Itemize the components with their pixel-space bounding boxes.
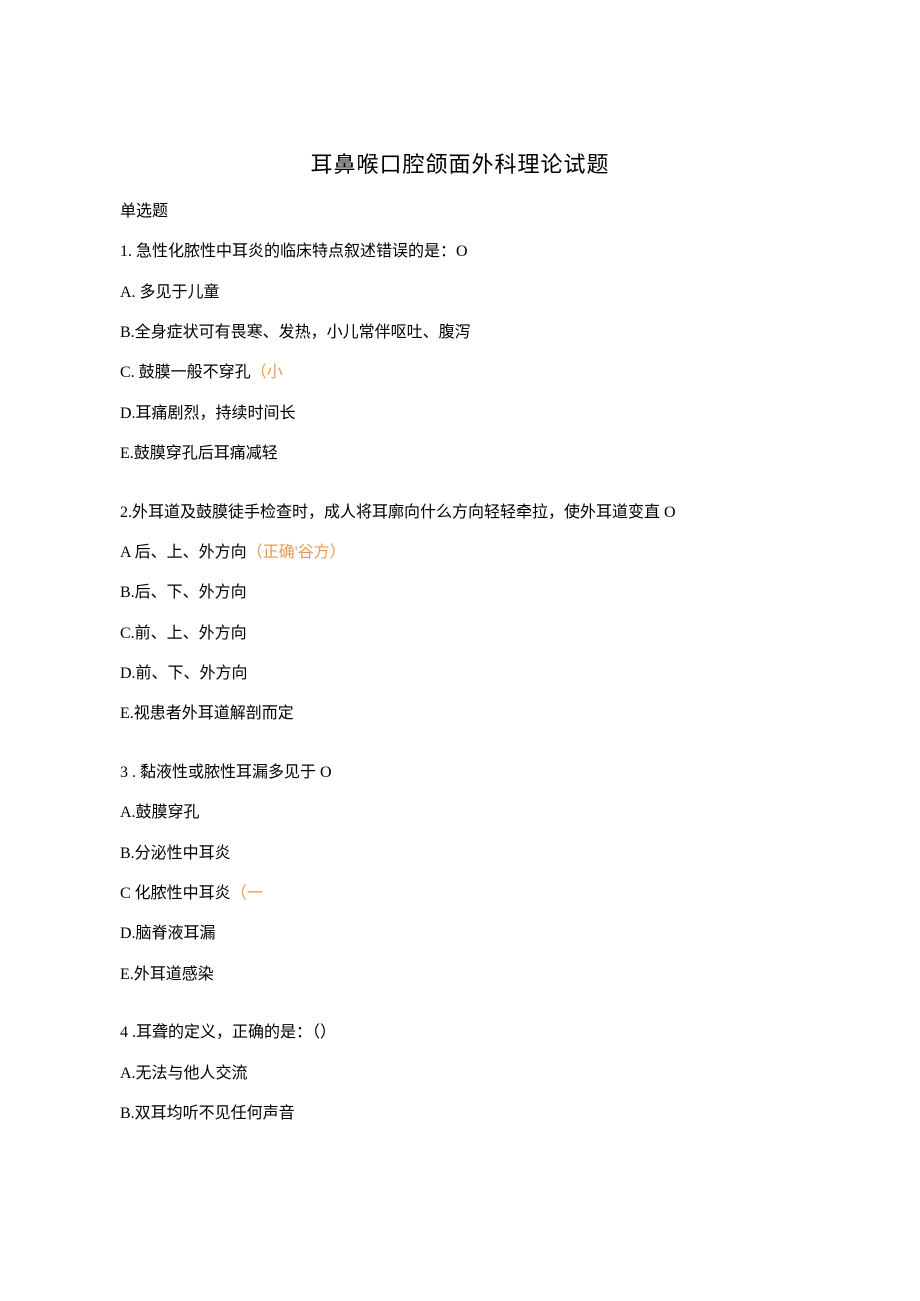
q3-option-d: D.脑脊液耳漏 [120, 923, 800, 945]
page-title: 耳鼻喉口腔颌面外科理论试题 [120, 150, 800, 181]
q2-stem: 2.外耳道及鼓膜徒手检查时，成人将耳廓向什么方向轻轻牵拉，使外耳道变直 O [120, 502, 800, 524]
section-label: 单选题 [120, 201, 800, 223]
q3-option-e: E.外耳道感染 [120, 964, 800, 986]
q2-option-a-answer: （正确'谷方） [247, 544, 346, 561]
q1-option-c-text: C. 鼓膜一般不穿孔 [120, 364, 251, 381]
q3-stem: 3 . 黏液性或脓性耳漏多见于 O [120, 762, 800, 784]
q2-option-c: C.前、上、外方向 [120, 623, 800, 645]
q3-option-c-answer: （一 [231, 885, 263, 902]
q4-stem: 4 .耳聋的定义，正确的是：（） [120, 1022, 800, 1044]
q2-option-b: B.后、下、外方向 [120, 582, 800, 604]
q1-option-c-answer: （小 [251, 364, 283, 381]
q1-option-e: E.鼓膜穿孔后耳痛减轻 [120, 443, 800, 465]
document-page: 耳鼻喉口腔颌面外科理论试题 单选题 1. 急性化脓性中耳炎的临床特点叙述错误的是… [0, 0, 920, 1223]
q3-option-c: C 化脓性中耳炎（一 [120, 883, 800, 905]
q2-option-d: D.前、下、外方向 [120, 663, 800, 685]
q4-option-b: B.双耳均听不见任何声音 [120, 1103, 800, 1125]
q1-option-c: C. 鼓膜一般不穿孔（小 [120, 362, 800, 384]
q1-option-d: D.耳痛剧烈，持续时间长 [120, 403, 800, 425]
q1-option-a: A. 多见于儿童 [120, 282, 800, 304]
q1-option-b: B.全身症状可有畏寒、发热，小儿常伴呕吐、腹泻 [120, 322, 800, 344]
q3-option-c-text: C 化脓性中耳炎 [120, 885, 231, 902]
q2-option-a-text: A 后、上、外方向 [120, 544, 247, 561]
q2-option-e: E.视患者外耳道解剖而定 [120, 703, 800, 725]
q1-stem: 1. 急性化脓性中耳炎的临床特点叙述错误的是：O [120, 241, 800, 263]
q4-option-a: A.无法与他人交流 [120, 1063, 800, 1085]
q2-option-a: A 后、上、外方向（正确'谷方） [120, 542, 800, 564]
q3-option-a: A.鼓膜穿孔 [120, 802, 800, 824]
q3-option-b: B.分泌性中耳炎 [120, 843, 800, 865]
